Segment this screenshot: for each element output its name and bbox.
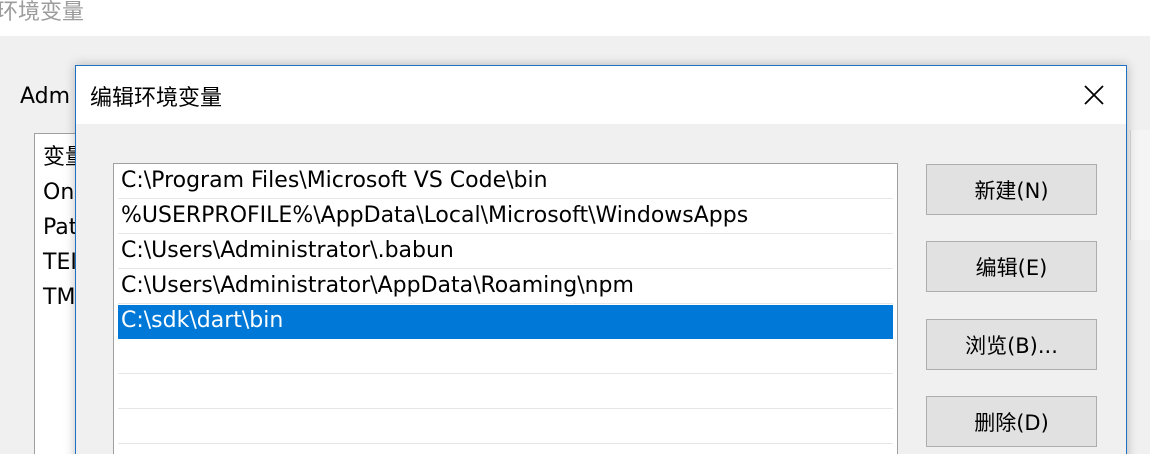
browse-button[interactable]: 浏览(B)... bbox=[926, 319, 1097, 370]
delete-button[interactable]: 删除(D) bbox=[926, 396, 1097, 447]
parent-titlebar: 环境变量 bbox=[0, 0, 1150, 36]
list-item-empty[interactable] bbox=[118, 340, 893, 374]
list-item[interactable]: On bbox=[43, 175, 74, 211]
path-list[interactable]: C:\Program Files\Microsoft VS Code\bin %… bbox=[113, 163, 898, 454]
edit-button[interactable]: 编辑(E) bbox=[926, 241, 1097, 292]
list-item[interactable]: TM bbox=[43, 280, 75, 316]
new-button[interactable]: 新建(N) bbox=[926, 164, 1097, 215]
dialog-titlebar[interactable]: 编辑环境变量 bbox=[76, 66, 1126, 124]
path-text: C:\Users\Administrator\.babun bbox=[121, 238, 454, 263]
path-text: C:\sdk\dart\bin bbox=[121, 308, 284, 333]
path-text: %USERPROFILE%\AppData\Local\Microsoft\Wi… bbox=[121, 203, 749, 228]
list-item-empty[interactable] bbox=[118, 410, 893, 444]
path-text: C:\Users\Administrator\AppData\Roaming\n… bbox=[121, 273, 634, 298]
path-text: C:\Program Files\Microsoft VS Code\bin bbox=[121, 168, 548, 193]
close-button[interactable] bbox=[1066, 66, 1122, 124]
list-item-selected[interactable]: C:\sdk\dart\bin bbox=[118, 305, 893, 339]
user-variables-label: Adm bbox=[20, 84, 71, 109]
list-item[interactable]: TEI bbox=[43, 245, 77, 281]
list-item[interactable]: C:\Users\Administrator\AppData\Roaming\n… bbox=[118, 270, 893, 304]
list-item[interactable]: C:\Program Files\Microsoft VS Code\bin bbox=[118, 165, 893, 199]
screen: 环境变量 Adm 变量 On Pat TEI TM 编辑环境变量 C:\Prog… bbox=[0, 0, 1150, 454]
close-icon bbox=[1084, 85, 1104, 105]
parent-list-edge bbox=[1130, 130, 1150, 240]
list-item[interactable]: %USERPROFILE%\AppData\Local\Microsoft\Wi… bbox=[118, 200, 893, 234]
list-item[interactable]: C:\Users\Administrator\.babun bbox=[118, 235, 893, 269]
list-item-empty[interactable] bbox=[118, 375, 893, 409]
parent-window-title: 环境变量 bbox=[0, 0, 85, 25]
list-item[interactable]: Pat bbox=[43, 210, 77, 246]
dialog-title: 编辑环境变量 bbox=[90, 86, 223, 111]
edit-env-var-dialog: 编辑环境变量 C:\Program Files\Microsoft VS Cod… bbox=[75, 65, 1127, 454]
